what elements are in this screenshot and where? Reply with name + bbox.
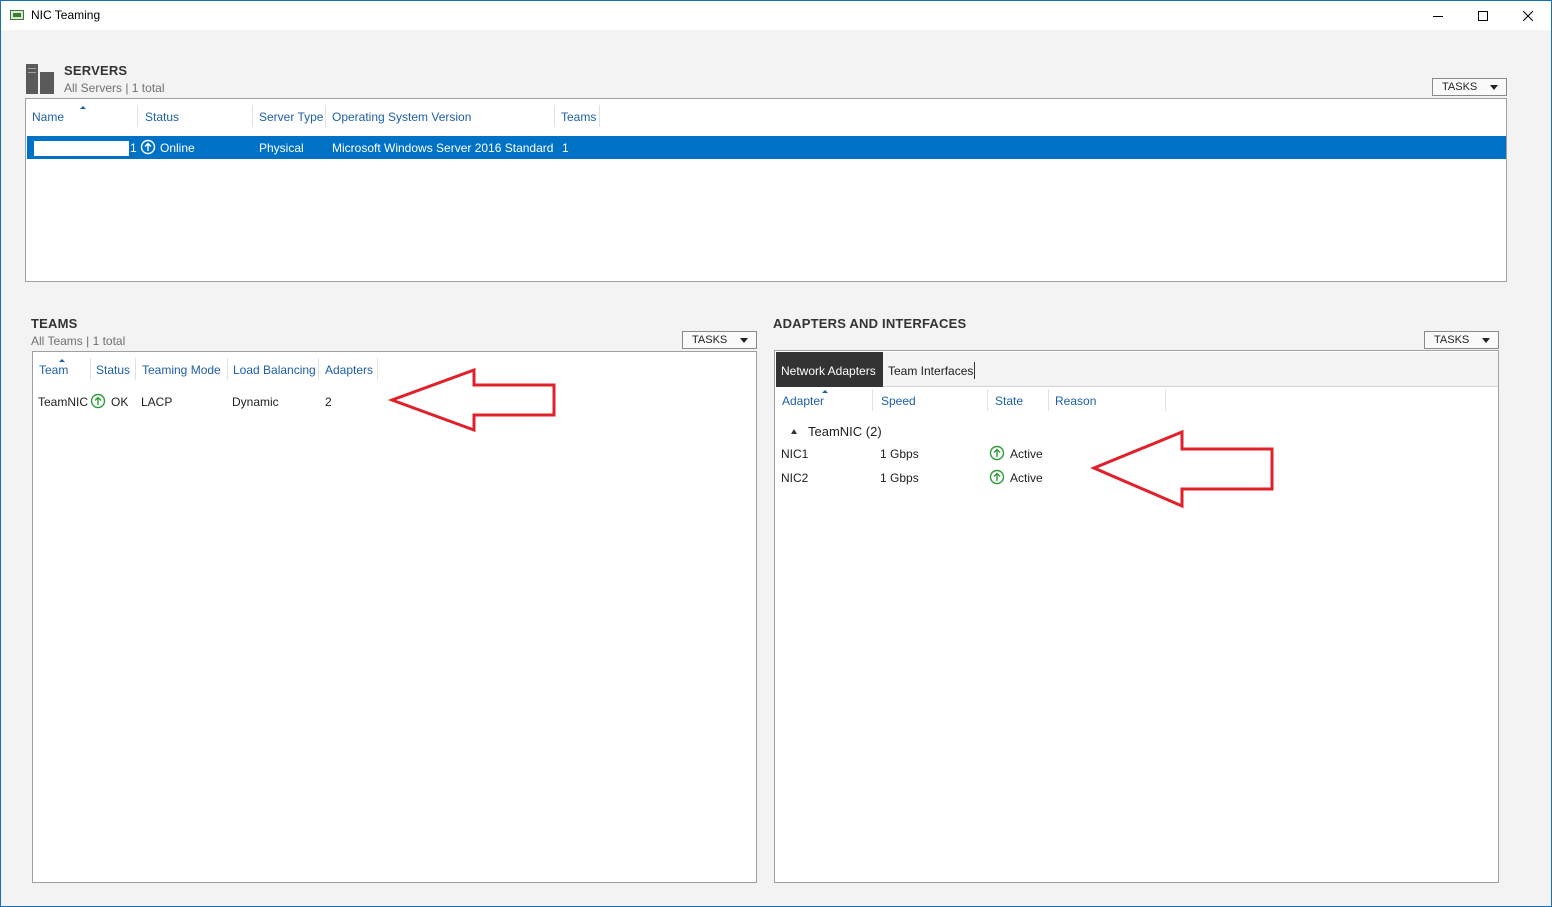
column-separator[interactable] xyxy=(987,389,988,411)
chevron-down-icon xyxy=(1482,338,1490,343)
adapters-title: ADAPTERS AND INTERFACES xyxy=(773,316,967,331)
column-header-status[interactable]: Status xyxy=(96,363,130,377)
adapters-count-cell: 2 xyxy=(325,395,332,409)
server-status-cell: Online xyxy=(160,141,195,155)
tab-strip: Network Adapters Team Interfaces xyxy=(776,352,1498,387)
adapters-tasks-label: TASKS xyxy=(1434,334,1470,346)
team-name-cell: TeamNIC xyxy=(38,395,89,409)
redacted-server-name xyxy=(34,141,129,156)
server-type-cell: Physical xyxy=(259,141,304,155)
tab-team-interfaces[interactable]: Team Interfaces xyxy=(883,352,973,387)
column-header-os-version[interactable]: Operating System Version xyxy=(332,110,471,124)
servers-tasks-label: TASKS xyxy=(1442,81,1478,93)
servers-title: SERVERS xyxy=(64,63,128,78)
adapter-speed-cell: 1 Gbps xyxy=(880,471,919,485)
close-icon xyxy=(1523,10,1533,21)
teams-count-cell: 1 xyxy=(562,141,569,155)
adapters-tasks-button[interactable]: TASKS xyxy=(1424,331,1499,349)
teams-tasks-label: TASKS xyxy=(692,334,728,346)
tab-network-adapters[interactable]: Network Adapters xyxy=(776,352,883,387)
column-separator[interactable] xyxy=(252,105,253,127)
adapter-state-cell: Active xyxy=(1010,471,1043,485)
servers-subtitle: All Servers | 1 total xyxy=(64,81,165,95)
annotation-arrow-teams xyxy=(388,367,556,433)
ok-status-icon xyxy=(90,393,106,409)
adapter-name-cell: NIC1 xyxy=(781,447,809,461)
sort-ascending-icon xyxy=(80,106,86,109)
column-header-adapters[interactable]: Adapters xyxy=(325,363,373,377)
sort-ascending-icon xyxy=(59,359,65,362)
maximize-icon xyxy=(1478,10,1488,21)
sort-ascending-icon xyxy=(822,390,828,393)
minimize-button[interactable] xyxy=(1415,1,1461,30)
column-separator[interactable] xyxy=(1165,389,1166,411)
column-header-team[interactable]: Team xyxy=(39,363,68,377)
minimize-icon xyxy=(1433,15,1443,17)
column-separator[interactable] xyxy=(318,358,319,380)
column-header-name[interactable]: Name xyxy=(32,110,64,124)
active-status-icon xyxy=(989,445,1005,461)
teams-title: TEAMS xyxy=(31,316,78,331)
column-separator[interactable] xyxy=(227,358,228,380)
servers-icon xyxy=(26,64,54,94)
column-header-state[interactable]: State xyxy=(995,394,1023,408)
adapter-state-cell: Active xyxy=(1010,447,1043,461)
window-title: NIC Teaming xyxy=(31,8,101,22)
column-header-server-type[interactable]: Server Type xyxy=(259,110,323,124)
servers-grid[interactable]: Name Status Server Type Operating System… xyxy=(25,98,1507,282)
active-status-icon xyxy=(989,469,1005,485)
column-separator[interactable] xyxy=(599,105,600,127)
column-header-teaming-mode[interactable]: Teaming Mode xyxy=(142,363,221,377)
adapter-name-cell: NIC2 xyxy=(781,471,809,485)
collapse-triangle-icon[interactable] xyxy=(791,429,797,434)
column-separator[interactable] xyxy=(872,389,873,411)
teams-subtitle: All Teams | 1 total xyxy=(31,334,126,348)
team-status-cell: OK xyxy=(111,395,129,409)
online-status-icon xyxy=(140,139,156,155)
os-version-cell: Microsoft Windows Server 2016 Standard xyxy=(332,141,554,155)
column-header-load-balancing[interactable]: Load Balancing xyxy=(233,363,316,377)
column-separator[interactable] xyxy=(135,358,136,380)
close-button[interactable] xyxy=(1505,1,1551,30)
column-separator[interactable] xyxy=(90,358,91,380)
column-separator[interactable] xyxy=(377,358,378,380)
column-header-adapter[interactable]: Adapter xyxy=(782,394,824,408)
group-label: TeamNIC (2) xyxy=(808,424,882,439)
table-row[interactable]: 1 Online Physical Microsoft Windows Serv… xyxy=(27,136,1506,159)
chevron-down-icon xyxy=(1490,85,1498,90)
title-bar: NIC Teaming xyxy=(1,1,1551,30)
column-separator[interactable] xyxy=(554,105,555,127)
adapter-speed-cell: 1 Gbps xyxy=(880,447,919,461)
tab-divider xyxy=(974,362,975,379)
load-balancing-cell: Dynamic xyxy=(232,395,279,409)
server-name-cell: 1 xyxy=(130,141,137,155)
nic-teaming-app-icon xyxy=(10,10,24,20)
column-separator[interactable] xyxy=(137,105,138,127)
chevron-down-icon xyxy=(740,338,748,343)
maximize-button[interactable] xyxy=(1460,1,1506,30)
column-separator[interactable] xyxy=(1048,389,1049,411)
column-header-speed[interactable]: Speed xyxy=(881,394,916,408)
teams-tasks-button[interactable]: TASKS xyxy=(682,331,757,349)
column-header-status[interactable]: Status xyxy=(145,110,179,124)
servers-tasks-button[interactable]: TASKS xyxy=(1432,78,1507,96)
column-separator[interactable] xyxy=(325,105,326,127)
column-header-teams[interactable]: Teams xyxy=(561,110,596,124)
column-header-reason[interactable]: Reason xyxy=(1055,394,1096,408)
annotation-arrow-adapters xyxy=(1090,429,1274,509)
teaming-mode-cell: LACP xyxy=(141,395,173,409)
